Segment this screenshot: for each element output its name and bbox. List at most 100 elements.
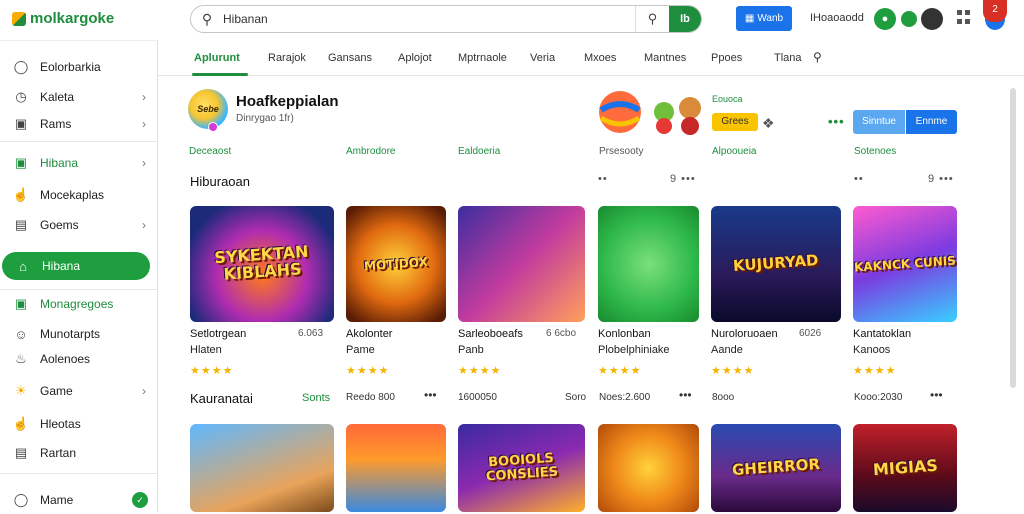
- hand-icon: ☝: [12, 416, 30, 431]
- more-icon[interactable]: •••: [679, 388, 692, 402]
- go-button[interactable]: Ib: [669, 6, 701, 32]
- tab-7[interactable]: Mantnes: [644, 52, 686, 64]
- section-title: Kauranatai: [190, 391, 253, 406]
- help-icon[interactable]: [901, 11, 917, 27]
- sidebar-item-0[interactable]: ◯ Eolorbarkia: [0, 53, 158, 81]
- game-title: Akolonter: [346, 328, 393, 340]
- game-subtitle: Panb: [458, 344, 484, 356]
- game-title: Konlonban: [598, 328, 651, 340]
- chevron-right-icon: ›: [142, 90, 146, 104]
- game-title: Nuroloruoaen: [711, 328, 778, 340]
- game-thumbnail[interactable]: MIGIAS: [853, 424, 957, 512]
- section-more[interactable]: 9 •••: [928, 173, 954, 185]
- game-thumbnail[interactable]: [598, 424, 699, 512]
- tab-3[interactable]: Aplojot: [398, 52, 432, 64]
- game-thumbnail[interactable]: [598, 206, 699, 322]
- tab-5[interactable]: Veria: [530, 52, 555, 64]
- game-subtitle: Pame: [346, 344, 375, 356]
- game-thumbnail[interactable]: GHEIRROR: [711, 424, 841, 512]
- tab-9[interactable]: Tlana: [774, 52, 802, 64]
- featured-title[interactable]: Hoafkeppialan: [236, 93, 339, 110]
- logo-icon: [12, 11, 26, 26]
- section-tag[interactable]: Sonts: [302, 392, 330, 404]
- meta-5: Sotenoes: [854, 146, 897, 157]
- tab-search-icon[interactable]: ⚲: [813, 50, 822, 64]
- game-thumbnail[interactable]: [346, 424, 446, 512]
- tab-1[interactable]: Rarajok: [268, 52, 306, 64]
- search-bar: ⚲ ⚲ Ib: [190, 5, 702, 33]
- sidebar-item-4[interactable]: ☝ Mocekaplas: [0, 181, 158, 209]
- apps-grid-icon[interactable]: [957, 10, 971, 24]
- app-name: molkargoke: [30, 10, 115, 27]
- sidebar-item-9[interactable]: ♨ Aolenoes: [0, 345, 158, 373]
- sidebar-item-11[interactable]: ☝ Hleotas: [0, 410, 158, 438]
- game-count: 6.063: [298, 328, 324, 339]
- game-thumbnail[interactable]: BOOIOLS CONSLIES: [458, 424, 585, 512]
- tab-0[interactable]: Aplurunt: [194, 52, 240, 64]
- section-dots: ••: [598, 173, 608, 185]
- sidebar-item-12[interactable]: ▤ Rartan: [0, 439, 158, 467]
- grid-small-icon: ▦: [744, 13, 755, 24]
- rating-stars: ★★★★: [458, 365, 502, 377]
- search-button[interactable]: ⚲: [635, 6, 669, 32]
- section-dots: ••: [854, 173, 864, 185]
- meta-3: Prsesooty: [599, 146, 644, 157]
- game-subtitle: Plobelphiniake: [598, 344, 670, 356]
- meta-4: Alpooueia: [712, 146, 757, 157]
- section-more[interactable]: 9 •••: [670, 173, 696, 185]
- game-thumbnail[interactable]: KUJURYAD: [711, 206, 841, 322]
- user-badge: 2: [983, 0, 1007, 22]
- chevron-right-icon: ›: [142, 117, 146, 131]
- app-logo[interactable]: molkargoke: [12, 10, 114, 27]
- tab-bar: Aplurunt Rarajok Gansans Aplojot Mptrnao…: [158, 40, 1024, 76]
- circle-icon: ◯: [13, 59, 29, 74]
- featured-tag-button[interactable]: Grees: [712, 113, 758, 131]
- info-label: 1600050: [458, 392, 497, 403]
- notification-icon[interactable]: ●: [874, 8, 896, 30]
- game-subtitle: Kanoos: [853, 344, 891, 356]
- game-thumbnail[interactable]: MOTIDOX: [346, 206, 446, 322]
- rating-stars: ★★★★: [346, 365, 390, 377]
- more-icon[interactable]: •••: [930, 388, 943, 402]
- featured-label: Eouoca: [712, 94, 743, 104]
- sidebar-item-2[interactable]: ▣ Rams ›: [0, 110, 158, 138]
- more-icon[interactable]: •••: [424, 388, 437, 402]
- game-thumbnail[interactable]: [190, 424, 334, 512]
- game-thumbnail[interactable]: [458, 206, 585, 322]
- secondary-button[interactable]: Sinntue: [853, 110, 905, 134]
- sidebar-item-10[interactable]: ☀ Game ›: [0, 377, 158, 405]
- featured-subtitle: Dinrygao 1fr): [236, 113, 294, 124]
- avatar[interactable]: [921, 8, 943, 30]
- scrollbar[interactable]: [1010, 88, 1016, 388]
- sidebar-item-8[interactable]: ☺ Munotarpts: [0, 320, 158, 348]
- game-thumbnail[interactable]: SYKEKTAN KIBLAHS: [190, 206, 334, 322]
- tab-2[interactable]: Gansans: [328, 52, 372, 64]
- rating-stars: ★★★★: [711, 365, 755, 377]
- sidebar-item-active[interactable]: ⌂ Hibana: [2, 252, 150, 280]
- chevron-right-icon: ›: [142, 384, 146, 398]
- tab-4[interactable]: Mptrnaole: [458, 52, 507, 64]
- game-subtitle: Hlaten: [190, 344, 222, 356]
- sidebar: ◯ Eolorbarkia ◷ Kaleta › ▣ Rams › ▣ Hiba…: [0, 40, 158, 512]
- meta-1: Ambrodore: [346, 146, 396, 157]
- game-title: Setlotrgean: [190, 328, 247, 340]
- tab-6[interactable]: Mxoes: [584, 52, 616, 64]
- game-thumbnail[interactable]: KAKNCK CUNIS: [853, 206, 957, 322]
- rating-stars: ★★★★: [598, 365, 642, 377]
- featured-art: [599, 91, 701, 135]
- circle-icon: ◯: [13, 492, 29, 507]
- search-input[interactable]: [223, 12, 635, 26]
- bell-icon: ♨: [15, 351, 27, 366]
- sidebar-item-7[interactable]: ▣ Monagregoes: [0, 290, 158, 318]
- sidebar-item-3[interactable]: ▣ Hibana ›: [0, 149, 158, 177]
- info-label: Kooo:2030: [854, 392, 903, 403]
- sidebar-item-13[interactable]: ◯ Mame ✓: [0, 486, 158, 514]
- tab-8[interactable]: Ppoes: [711, 52, 742, 64]
- top-label[interactable]: IHoaoaodd: [810, 12, 864, 24]
- sidebar-item-1[interactable]: ◷ Kaleta ›: [0, 83, 158, 111]
- info-label: 8ooo: [712, 392, 735, 403]
- sidebar-item-5[interactable]: ▤ Goems ›: [0, 211, 158, 239]
- top-action-button[interactable]: ▦ Wanb: [736, 6, 792, 31]
- primary-button[interactable]: Ennme: [906, 110, 957, 134]
- more-icon[interactable]: •••: [828, 114, 845, 129]
